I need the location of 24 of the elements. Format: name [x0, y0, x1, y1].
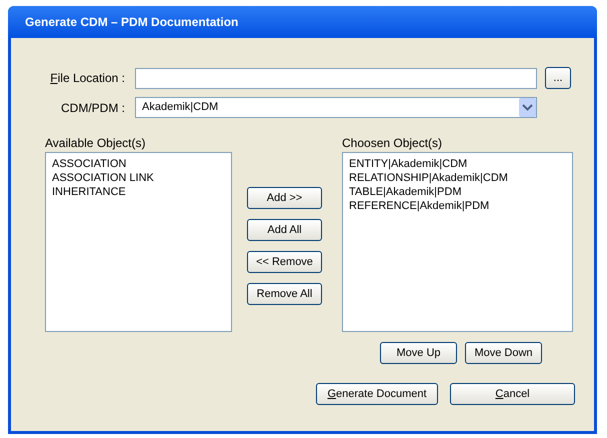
list-item[interactable]: ENTITY|Akademik|CDM	[349, 157, 572, 171]
order-button[interactable]: Move Up	[380, 342, 457, 364]
cdm-pdm-label: CDM/PDM :	[61, 100, 125, 116]
list-item[interactable]: TABLE|Akademik|PDM	[349, 185, 572, 199]
action-button[interactable]: Generate Document	[316, 383, 438, 405]
transfer-button[interactable]: Add >>	[247, 187, 322, 209]
window-title: Generate CDM – PDM Documentation	[25, 14, 238, 31]
browse-button[interactable]: ...	[545, 67, 571, 89]
transfer-button[interactable]: Add All	[247, 219, 322, 241]
cdm-pdm-dropdown[interactable]: Akademik|CDM	[135, 97, 537, 118]
chevron-down-icon	[519, 98, 536, 117]
available-objects-label: Available Object(s)	[45, 136, 146, 151]
action-button[interactable]: Cancel	[450, 383, 575, 405]
list-item[interactable]: REFERENCE|Akdemik|PDM	[349, 199, 572, 213]
transfer-button[interactable]: Remove All	[247, 283, 322, 305]
chosen-objects-label: Choosen Object(s)	[342, 136, 444, 151]
list-item[interactable]: RELATIONSHIP|Akademik|CDM	[349, 171, 572, 185]
list-item[interactable]: ASSOCIATION LINK	[52, 171, 231, 185]
list-item[interactable]: INHERITANCE	[52, 185, 231, 199]
order-button[interactable]: Move Down	[465, 342, 542, 364]
list-item[interactable]: ASSOCIATION	[52, 157, 231, 171]
file-location-label: File Location :	[50, 70, 125, 87]
transfer-button[interactable]: << Remove	[247, 251, 322, 273]
file-location-field[interactable]	[135, 68, 537, 88]
